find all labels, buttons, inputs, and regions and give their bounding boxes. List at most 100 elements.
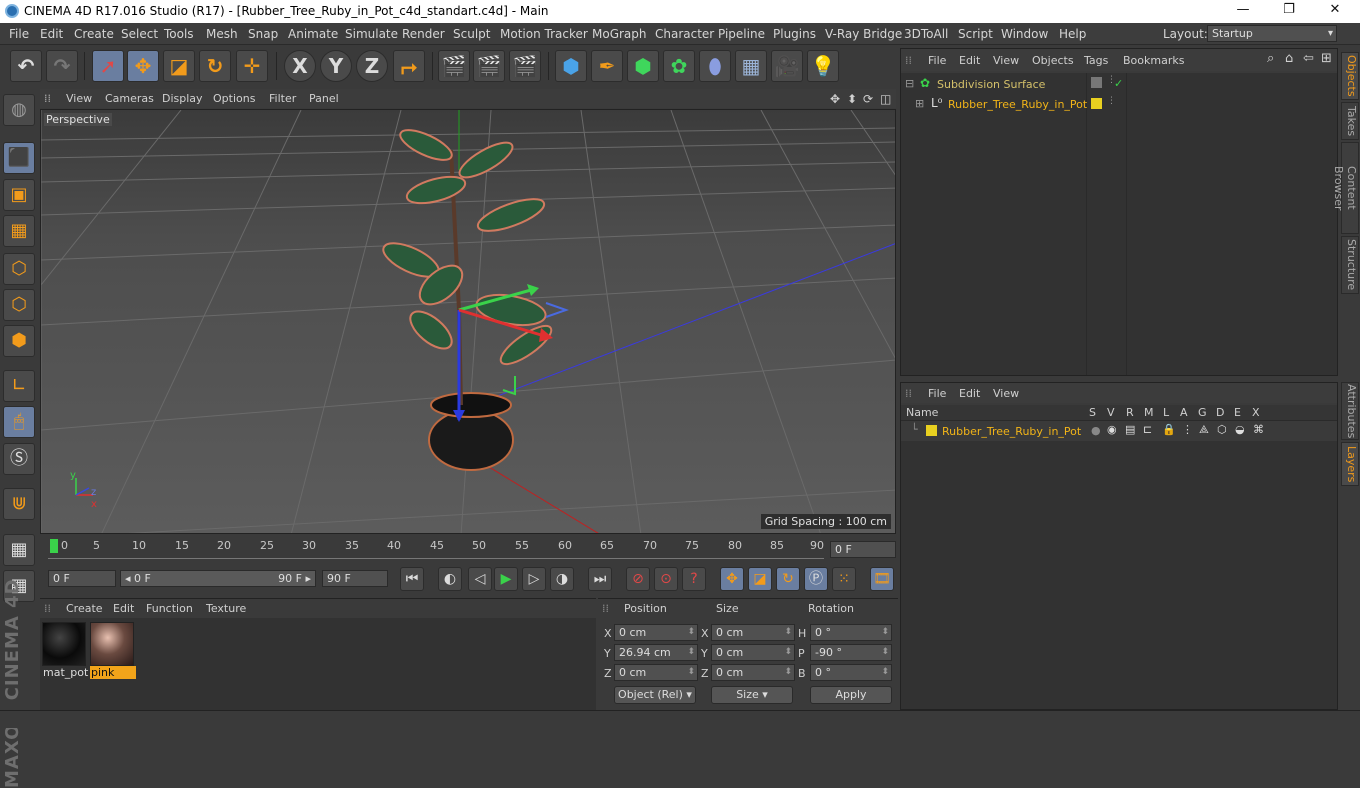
- menu-mesh[interactable]: Mesh: [206, 27, 238, 41]
- autokeying-button[interactable]: ⊙: [654, 567, 678, 591]
- z-axis-lock-button[interactable]: Z: [356, 50, 388, 82]
- add-camera-button[interactable]: 🎥: [771, 50, 803, 82]
- material-menu-edit[interactable]: Edit: [113, 602, 134, 615]
- redo-button[interactable]: ↷: [46, 50, 78, 82]
- plant-pot[interactable]: [428, 409, 514, 471]
- viewport-menu-display[interactable]: Display: [162, 92, 203, 105]
- menu-create[interactable]: Create: [74, 27, 114, 41]
- viewport-move-icon[interactable]: ✥: [830, 92, 840, 106]
- animation-film-icon[interactable]: ⋮: [1182, 423, 1193, 436]
- add-spline-pen-button[interactable]: ✒: [591, 50, 623, 82]
- enabled-check-icon[interactable]: ✓: [1114, 77, 1123, 90]
- material-name-selected[interactable]: pink: [90, 666, 136, 679]
- move-tool-button[interactable]: ✥: [127, 50, 159, 82]
- record-active-objects-button[interactable]: ⊘: [626, 567, 650, 591]
- solo-button[interactable]: Ⓢ: [3, 443, 35, 475]
- collapse-icon[interactable]: ⊟: [905, 77, 914, 90]
- x-axis-lock-button[interactable]: X: [284, 50, 316, 82]
- render-clapper-icon[interactable]: ▤: [1125, 423, 1135, 436]
- add-cloner-button[interactable]: ✿: [663, 50, 695, 82]
- column-header-animation[interactable]: A: [1180, 406, 1188, 419]
- add-floor-button[interactable]: ▦: [735, 50, 767, 82]
- object-row-subdivision-surface[interactable]: ⊟ ✿ Subdivision Surface ⋮ ✓: [901, 75, 1337, 94]
- menu-edit[interactable]: Edit: [40, 27, 63, 41]
- camera-label[interactable]: Perspective: [44, 113, 112, 126]
- menu-window[interactable]: Window: [1001, 27, 1048, 41]
- frame-range-slider[interactable]: ◂ 0 F 90 F ▸: [120, 570, 316, 587]
- objects-menu-file[interactable]: File: [928, 54, 946, 67]
- render-picture-viewer-button[interactable]: 🎬: [473, 50, 505, 82]
- previous-key-button[interactable]: ◐: [438, 567, 462, 591]
- new-view-icon[interactable]: ⊞: [1321, 51, 1332, 66]
- next-key-button[interactable]: ◑: [550, 567, 574, 591]
- menu-select[interactable]: Select: [121, 27, 158, 41]
- layer-name[interactable]: Rubber_Tree_Ruby_in_Pot: [942, 425, 1081, 438]
- column-header-name[interactable]: Name: [906, 406, 938, 419]
- keyframe-selection-button[interactable]: ?: [682, 567, 706, 591]
- undo-button[interactable]: ↶: [10, 50, 42, 82]
- menu-sculpt[interactable]: Sculpt: [453, 27, 490, 41]
- object-name[interactable]: Rubber_Tree_Ruby_in_Pot: [948, 98, 1087, 111]
- tab-attributes[interactable]: Attributes: [1341, 382, 1359, 440]
- size-x-field[interactable]: 0 cm: [711, 624, 795, 641]
- menu-file[interactable]: File: [9, 27, 29, 41]
- layers-menu-edit[interactable]: Edit: [959, 387, 980, 400]
- rotation-b-field[interactable]: 0 °: [810, 664, 892, 681]
- layout-select[interactable]: Startup: [1207, 25, 1337, 42]
- viewport-menu-view[interactable]: View: [66, 92, 92, 105]
- apply-button[interactable]: Apply: [810, 686, 892, 704]
- menu-3dtoall[interactable]: 3DToAll: [904, 27, 948, 41]
- record-point-level-button[interactable]: ⁙: [832, 567, 856, 591]
- size-y-field[interactable]: 0 cm: [711, 644, 795, 661]
- record-parameter-button[interactable]: Ⓟ: [804, 567, 828, 591]
- objects-menu-bookmarks[interactable]: Bookmarks: [1123, 54, 1184, 67]
- end-frame-field[interactable]: 90 F: [322, 570, 388, 587]
- material-swatch-mat-pot[interactable]: [42, 622, 86, 666]
- tab-takes[interactable]: Takes: [1341, 102, 1359, 140]
- size-z-field[interactable]: 0 cm: [711, 664, 795, 681]
- menu-pipeline[interactable]: Pipeline: [718, 27, 765, 41]
- objects-menu-view[interactable]: View: [993, 54, 1019, 67]
- solo-dot-icon[interactable]: ●: [1091, 424, 1101, 437]
- menu-mograph[interactable]: MoGraph: [592, 27, 647, 41]
- viewport-menu-filter[interactable]: Filter: [269, 92, 296, 105]
- layer-color-chip[interactable]: [926, 425, 937, 436]
- texture-mode-button[interactable]: ▣: [3, 179, 35, 211]
- tweak-mode-button[interactable]: 🖱: [3, 406, 35, 438]
- menu-render[interactable]: Render: [402, 27, 445, 41]
- coordinate-system-button[interactable]: ⮣: [393, 50, 425, 82]
- objects-menu-objects[interactable]: Objects: [1032, 54, 1074, 67]
- deformer-icon[interactable]: ⬡: [1217, 423, 1227, 436]
- go-to-start-button[interactable]: ⏮: [400, 567, 424, 591]
- column-header-locked[interactable]: L: [1163, 406, 1169, 419]
- menu-tools[interactable]: Tools: [164, 27, 194, 41]
- close-button[interactable]: ✕: [1312, 2, 1358, 17]
- menu-script[interactable]: Script: [958, 27, 993, 41]
- eye-icon[interactable]: ◉: [1107, 423, 1117, 436]
- tab-objects[interactable]: Objects: [1341, 52, 1359, 100]
- workplane-lock-button[interactable]: ▦: [3, 534, 35, 566]
- workplane-mode-button[interactable]: ▦: [3, 215, 35, 247]
- layers-menu-file[interactable]: File: [928, 387, 946, 400]
- layer-color-chip[interactable]: [1091, 77, 1102, 88]
- viewport-menu-options[interactable]: Options: [213, 92, 255, 105]
- layer-row[interactable]: └ Rubber_Tree_Ruby_in_Pot ● ◉ ▤ ⊏ 🔒 ⋮ ⟁ …: [901, 422, 1337, 441]
- tab-layers[interactable]: Layers: [1341, 442, 1359, 486]
- coordinate-mode-select[interactable]: Object (Rel) ▾: [614, 686, 696, 704]
- model-mode-button[interactable]: ⬛: [3, 142, 35, 174]
- object-row-rubber-tree[interactable]: ⊞ L⁰ Rubber_Tree_Ruby_in_Pot ⋮: [901, 95, 1337, 114]
- material-swatch-pink[interactable]: [90, 622, 134, 666]
- record-scale-button[interactable]: ◪: [748, 567, 772, 591]
- search-icon[interactable]: ⌕: [1267, 51, 1274, 66]
- position-x-field[interactable]: 0 cm: [614, 624, 698, 641]
- material-name[interactable]: mat_pot: [42, 666, 88, 679]
- size-mode-select[interactable]: Size ▾: [711, 686, 793, 704]
- layer-color-chip[interactable]: [1091, 98, 1102, 109]
- record-rotation-button[interactable]: ↻: [776, 567, 800, 591]
- current-frame-field[interactable]: 0 F: [830, 541, 896, 558]
- perspective-viewport[interactable]: Perspective y z x Grid Spacing : 100 cm: [40, 109, 896, 534]
- add-cube-button[interactable]: ⬢: [555, 50, 587, 82]
- objects-menu-tags[interactable]: Tags: [1084, 54, 1108, 67]
- column-header-xref[interactable]: X: [1252, 406, 1260, 419]
- y-axis-lock-button[interactable]: Y: [320, 50, 352, 82]
